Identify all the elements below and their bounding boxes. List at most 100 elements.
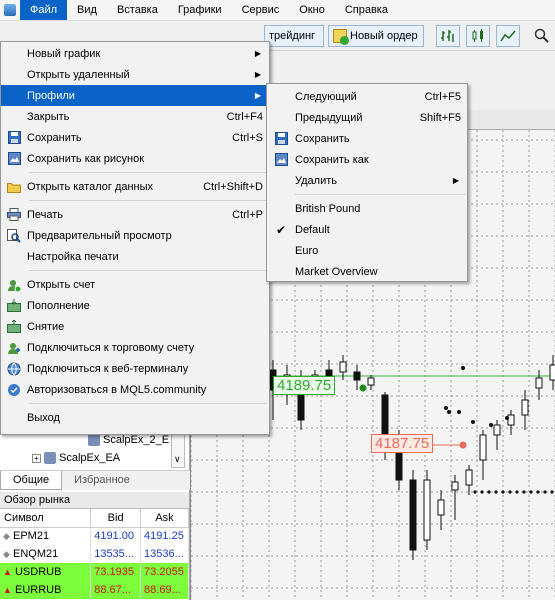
expert-advisor-icon [88,434,100,446]
menu-item-shortcut: Ctrl+F5 [424,90,461,103]
candle-body [549,364,555,381]
menu-item-profile-british-pound[interactable]: British Pound [267,198,467,219]
menu-item-print-setup[interactable]: Настройка печати [1,246,269,267]
menu-item-label: Сохранить как рисунок [27,152,145,165]
column-header-ask[interactable]: Ask [140,509,189,528]
web-terminal-icon [1,362,27,376]
withdraw-icon [1,320,27,333]
tab-favorites[interactable]: Избранное [62,471,142,490]
market-watch-title: Обзор рынка [0,492,189,509]
menu-item-save-profile-as[interactable]: Сохранить как [267,149,467,170]
column-header-bid[interactable]: Bid [90,509,142,528]
signal-dot [536,490,540,494]
menu-item-label: Следующий [295,90,357,103]
menu-item-open-data-folder[interactable]: Открыть каталог данных Ctrl+Shift+D [1,176,269,197]
zoom-in-icon[interactable] [530,25,554,47]
menu-item-save-profile[interactable]: Сохранить [267,128,467,149]
menu-item-save[interactable]: Сохранить Ctrl+S [1,127,269,148]
menu-item-label: Подключиться к веб-терминалу [27,362,189,375]
table-row[interactable]: ◆ ENQM21 13535... 13536... [0,545,189,563]
menu-separator [29,403,267,404]
new-order-label: Новый ордер [350,30,418,42]
menu-item-next-profile[interactable]: Следующий Ctrl+F5 [267,86,467,107]
candle-body [507,414,515,426]
menu-item-delete-profile[interactable]: Удалить ▶ [267,170,467,191]
table-row[interactable]: ◆ EPM21 4191.00 4191.25 [0,527,189,545]
menu-file[interactable]: Файл [20,0,68,20]
signal-dot [473,490,477,494]
menu-insert[interactable]: Вставка [107,0,168,20]
signal-dot [444,406,448,410]
file-menu: Новый график ▶ Открыть удаленный ▶ Профи… [0,41,270,435]
menu-item-connect-web-terminal[interactable]: Подключиться к веб-терминалу [1,358,269,379]
submenu-arrow-icon: ▶ [452,176,459,185]
bar-chart-icon[interactable] [436,25,460,47]
menu-item-label: Сохранить [295,132,350,145]
price-label-green: 4189.75 [273,376,336,395]
ask-cell: 4191.25 [140,527,189,545]
menu-item-profile-market-overview[interactable]: Market Overview [267,261,467,282]
menu-window[interactable]: Окно [289,0,335,20]
menu-item-close[interactable]: Закрыть Ctrl+F4 [1,106,269,127]
menu-item-profile-default[interactable]: ✔ Default [267,219,467,240]
menu-item-label: Снятие [27,320,65,333]
green-marker [359,384,367,392]
menu-item-exit[interactable]: Выход [1,407,269,428]
up-arrow-icon: ▲ [3,585,12,595]
submenu-arrow-icon: ▶ [254,70,261,79]
chevron-down-icon[interactable]: ∨ [174,454,181,465]
menu-item-deposit[interactable]: Пополнение [1,295,269,316]
menu-item-label: Открыть счет [27,278,96,291]
line-chart-icon[interactable] [496,25,520,47]
expert-advisor-icon [44,452,56,464]
checkmark-icon: ✔ [275,222,287,237]
app-icon[interactable] [0,0,20,20]
menu-item-withdraw[interactable]: Снятие [1,316,269,337]
algo-trading-button[interactable]: трейдинг [264,25,324,47]
table-row[interactable]: ▲ EURRUB 88.67... 88.69... [0,581,189,599]
signal-dot [480,490,484,494]
menu-item-label: Подключиться к торговому счету [27,341,195,354]
signal-dot [489,423,493,427]
menu-item-profiles[interactable]: Профили ▶ [1,85,269,106]
menu-item-profile-euro[interactable]: Euro [267,240,467,261]
tab-common[interactable]: Общие [0,471,63,490]
navigator-item-scalpex-2-e[interactable]: ScalpEx_2_E [88,434,169,446]
menu-item-open-account[interactable]: Открыть счет [1,274,269,295]
menu-item-print-preview[interactable]: Предварительный просмотр [1,225,269,246]
menu-item-mql5-login[interactable]: Авторизоваться в MQL5.community [1,379,269,400]
menu-view[interactable]: Вид [67,0,107,20]
navigator-item-scalpex-ea[interactable]: + ScalpEx_EA [32,452,120,464]
navigator-scrollbar[interactable]: ∨ [171,434,185,468]
menu-item-print[interactable]: Печать Ctrl+P [1,204,269,225]
symbol-label: EURRUB [14,584,62,596]
save-icon [267,132,295,145]
save-as-icon [267,153,295,166]
navigator-tabs: Общие Избранное [0,470,190,490]
table-row[interactable]: ▲ USDRUB 73.1935 73.2055 [0,563,189,581]
signal-dot [522,490,526,494]
expand-icon[interactable]: + [32,453,41,463]
menu-item-new-chart[interactable]: Новый график ▶ [1,43,269,64]
menu-item-label: Открыть каталог данных [27,180,154,193]
signal-dot [457,410,461,414]
menu-item-open-remote[interactable]: Открыть удаленный ▶ [1,64,269,85]
candle-body [465,469,473,486]
mql5-icon [1,383,27,397]
menu-tools[interactable]: Сервис [232,0,290,20]
deposit-icon [1,299,27,312]
ask-cell: 13536... [140,545,189,563]
menu-item-shortcut: Ctrl+Shift+D [203,180,263,193]
new-order-button[interactable]: Новый ордер [328,25,424,47]
column-header-symbol[interactable]: Символ [0,509,92,528]
menu-item-save-as-picture[interactable]: Сохранить как рисунок [1,148,269,169]
menu-separator [295,194,465,195]
menu-charts[interactable]: Графики [168,0,232,20]
candlestick-chart-icon[interactable] [466,25,490,47]
menu-item-label: British Pound [295,202,361,215]
profiles-submenu: Следующий Ctrl+F5 Предыдущий Shift+F5 Со… [266,83,468,282]
menu-help[interactable]: Справка [335,0,398,20]
menu-item-previous-profile[interactable]: Предыдущий Shift+F5 [267,107,467,128]
menu-separator [29,200,267,201]
menu-item-connect-trade-account[interactable]: Подключиться к торговому счету [1,337,269,358]
